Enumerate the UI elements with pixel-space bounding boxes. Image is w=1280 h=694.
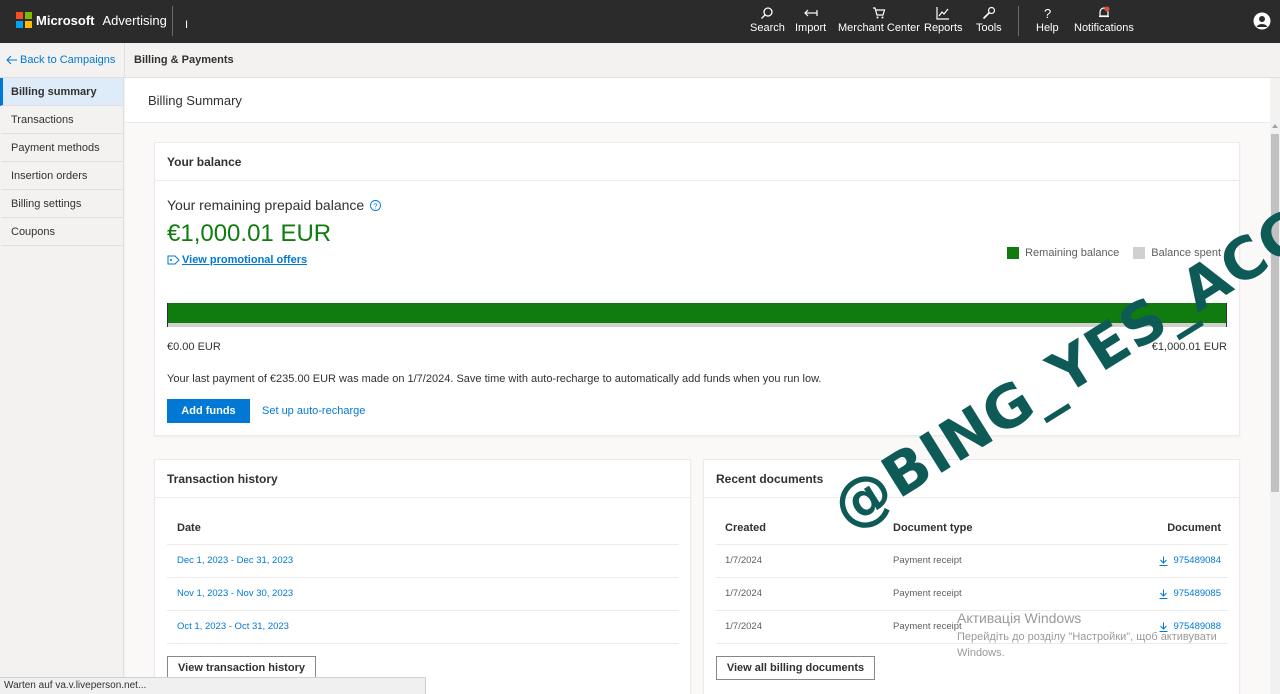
sidebar-item-insertion-orders[interactable]: Insertion orders bbox=[0, 162, 123, 190]
divider bbox=[167, 610, 679, 611]
nav-label: Notifications bbox=[1074, 22, 1134, 34]
search-icon bbox=[761, 7, 774, 19]
divider bbox=[167, 577, 679, 578]
nav-merchant-center-button[interactable]: Merchant Center bbox=[838, 6, 920, 38]
divider bbox=[172, 6, 173, 36]
balance-label: Your remaining prepaid balance ? bbox=[167, 197, 382, 213]
transaction-history-card: Transaction history Date Dec 1, 2023 - D… bbox=[154, 459, 691, 694]
nav-notifications-button[interactable]: Notifications bbox=[1074, 6, 1134, 38]
back-label: Back to Campaigns bbox=[20, 54, 116, 66]
balance-amount: €1,000.01 EUR bbox=[167, 220, 332, 247]
breadcrumb: Back to Campaigns Billing & Payments bbox=[0, 43, 1280, 78]
column-header-document-type: Document type bbox=[893, 522, 973, 534]
document-type: Payment receipt bbox=[893, 555, 962, 566]
sidebar-item-billing-summary[interactable]: Billing summary bbox=[0, 78, 123, 106]
nav-import-button[interactable]: Import bbox=[795, 6, 826, 38]
nav-label: Merchant Center bbox=[838, 22, 920, 34]
document-download-link[interactable]: 975489084 bbox=[1159, 555, 1221, 566]
sidebar-item-payment-methods[interactable]: Payment methods bbox=[0, 134, 123, 162]
divider bbox=[716, 577, 1228, 578]
nav-reports-button[interactable]: Reports bbox=[924, 6, 963, 38]
view-promotional-offers-link[interactable]: View promotional offers bbox=[167, 254, 307, 266]
nav-label: Reports bbox=[924, 22, 963, 34]
set-up-auto-recharge-link[interactable]: Set up auto-recharge bbox=[262, 405, 365, 417]
bell-icon bbox=[1098, 6, 1110, 18]
nav-tools-button[interactable]: Tools bbox=[976, 6, 1002, 38]
sidebar-item-coupons[interactable]: Coupons bbox=[0, 218, 123, 246]
balance-label-text: Your remaining prepaid balance bbox=[167, 197, 365, 213]
nav-label: Search bbox=[750, 22, 785, 34]
view-all-billing-documents-button[interactable]: View all billing documents bbox=[716, 656, 875, 680]
tools-icon bbox=[982, 6, 995, 20]
document-number: 975489084 bbox=[1173, 555, 1221, 566]
page-title: Billing Summary bbox=[148, 93, 242, 108]
document-type: Payment receipt bbox=[893, 588, 962, 599]
sidebar-item-transactions[interactable]: Transactions bbox=[0, 106, 123, 134]
document-download-link[interactable]: 975489085 bbox=[1159, 588, 1221, 599]
card-title: Your balance bbox=[155, 143, 1239, 181]
legend-swatch-remaining bbox=[1007, 247, 1020, 259]
browser-status-bar: Warten auf va.v.liveperson.net... bbox=[0, 677, 426, 694]
divider bbox=[124, 43, 125, 78]
reports-icon bbox=[936, 7, 950, 20]
balance-progress-fill bbox=[168, 303, 1226, 323]
transaction-row-link[interactable]: Oct 1, 2023 - Oct 31, 2023 bbox=[177, 621, 289, 632]
document-created: 1/7/2024 bbox=[725, 621, 762, 632]
balance-progress-bar bbox=[167, 303, 1227, 327]
transaction-row-link[interactable]: Nov 1, 2023 - Nov 30, 2023 bbox=[177, 588, 293, 599]
last-payment-text: Your last payment of €235.00 EUR was mad… bbox=[167, 373, 822, 385]
text-cursor: I bbox=[185, 19, 189, 31]
top-bar: Microsoft Advertising I Search Import Me… bbox=[0, 0, 1280, 43]
help-circle-icon[interactable]: ? bbox=[370, 199, 382, 211]
nav-label: Help bbox=[1036, 22, 1059, 34]
document-created: 1/7/2024 bbox=[725, 588, 762, 599]
brand-name: Microsoft bbox=[36, 12, 95, 28]
activation-title: Активація Windows bbox=[957, 610, 1082, 626]
column-header-document: Document bbox=[1167, 522, 1221, 534]
back-to-campaigns-link[interactable]: Back to Campaigns bbox=[6, 54, 115, 66]
scrollbar-thumb[interactable] bbox=[1271, 134, 1279, 492]
column-header-date: Date bbox=[177, 522, 201, 534]
import-icon bbox=[803, 9, 818, 17]
svg-text:?: ? bbox=[373, 201, 377, 210]
user-avatar-icon[interactable] bbox=[1253, 12, 1271, 30]
divider bbox=[716, 544, 1228, 545]
svg-text:?: ? bbox=[1044, 6, 1051, 20]
nav-search-button[interactable]: Search bbox=[750, 6, 785, 38]
divider bbox=[167, 544, 679, 545]
windows-activation-notice: Активація Windows Перейдіть до розділу "… bbox=[957, 610, 1257, 661]
card-title: Transaction history bbox=[155, 460, 690, 498]
document-type: Payment receipt bbox=[893, 621, 962, 632]
divider bbox=[1018, 6, 1019, 36]
scroll-up-icon[interactable] bbox=[1272, 124, 1278, 128]
arrow-left-icon bbox=[6, 55, 17, 65]
breadcrumb-current: Billing & Payments bbox=[134, 54, 234, 66]
transaction-row-link[interactable]: Dec 1, 2023 - Dec 31, 2023 bbox=[177, 555, 293, 566]
add-funds-button[interactable]: Add funds bbox=[167, 399, 250, 423]
activation-message: Перейдіть до розділу "Настройки", щоб ак… bbox=[957, 631, 1217, 659]
promo-link-label: View promotional offers bbox=[182, 254, 308, 266]
sidebar-item-billing-settings[interactable]: Billing settings bbox=[0, 190, 123, 218]
product-name: Advertising bbox=[102, 12, 167, 28]
legend-remaining: Remaining balance bbox=[1007, 247, 1119, 259]
document-created: 1/7/2024 bbox=[725, 555, 762, 566]
cart-icon bbox=[872, 7, 886, 19]
download-icon bbox=[1159, 589, 1168, 599]
help-icon: ? bbox=[1044, 6, 1051, 20]
legend-swatch-spent bbox=[1133, 247, 1146, 259]
document-number: 975489085 bbox=[1173, 588, 1221, 599]
legend-label: Remaining balance bbox=[1025, 247, 1120, 259]
column-header-created: Created bbox=[725, 522, 766, 534]
microsoft-logo-icon bbox=[16, 12, 32, 28]
nav-help-button[interactable]: ? Help bbox=[1036, 6, 1059, 38]
nav-label: Tools bbox=[976, 22, 1002, 34]
nav-label: Import bbox=[795, 22, 827, 34]
divider bbox=[167, 643, 679, 644]
tag-icon bbox=[167, 255, 180, 265]
microsoft-advertising-logo[interactable]: Microsoft Advertising bbox=[16, 12, 167, 28]
bar-min-label: €0.00 EUR bbox=[167, 341, 221, 353]
sidebar: Billing summary Transactions Payment met… bbox=[0, 78, 124, 694]
download-icon bbox=[1159, 556, 1168, 566]
